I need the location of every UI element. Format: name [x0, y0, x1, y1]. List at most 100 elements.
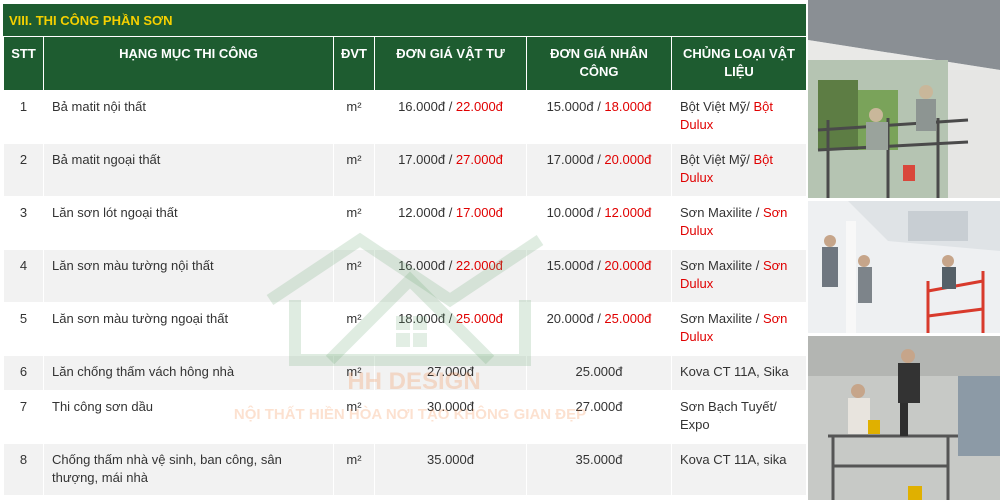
- row-item: Lăn sơn lót ngoại thất: [43, 196, 334, 250]
- row-material-type: Bột Việt Mỹ/ Bột Dulux: [671, 143, 807, 197]
- row-stt: 2: [3, 143, 44, 197]
- section-title: VIII. THI CÔNG PHẦN SƠN: [3, 4, 806, 36]
- table-row: 7 Thi công sơn dầu m² 30.000đ 27.000đ Sơ…: [3, 390, 807, 444]
- row-unit: m²: [333, 355, 375, 391]
- price-alt-value: 22.000đ: [455, 99, 503, 114]
- price-alt-value: 25.000đ: [455, 311, 503, 326]
- price-value: 10.000đ: [546, 205, 594, 220]
- row-unit: m²: [333, 302, 375, 356]
- row-item: Lăn sơn màu tường ngoại thất: [43, 302, 334, 356]
- row-item: Thi công sơn dầu: [43, 390, 334, 444]
- row-stt: 6: [3, 355, 44, 391]
- row-labor-price: 20.000đ / 25.000đ: [526, 302, 672, 356]
- row-labor-price: 27.000đ: [526, 390, 672, 444]
- row-material-price: 16.000đ / 22.000đ: [374, 249, 527, 303]
- row-material-price: 12.000đ / 17.000đ: [374, 196, 527, 250]
- row-item: Chống thấm nhà vệ sinh, ban công, sân th…: [43, 443, 334, 496]
- row-material-type: Kova CT 11A, Sika: [671, 355, 807, 391]
- row-stt: 5: [3, 302, 44, 356]
- price-separator: /: [593, 205, 605, 220]
- painting-price-table: STT HẠNG MỤC THI CÔNG ĐVT ĐƠN GIÁ VẬT TƯ…: [3, 36, 807, 496]
- price-alt-value: 12.000đ: [604, 205, 652, 220]
- row-labor-price: 15.000đ / 18.000đ: [526, 90, 672, 144]
- row-material-price: 16.000đ / 22.000đ: [374, 90, 527, 144]
- row-stt: 3: [3, 196, 44, 250]
- price-value: 20.000đ: [546, 311, 594, 326]
- price-value: 15.000đ: [546, 99, 594, 114]
- price-separator: /: [445, 99, 456, 114]
- brand-value: Sơn Maxilite /: [680, 311, 763, 326]
- row-material-price: 35.000đ: [374, 443, 527, 496]
- row-stt: 4: [3, 249, 44, 303]
- wall-painting-photo: [808, 336, 1000, 500]
- row-labor-price: 35.000đ: [526, 443, 672, 496]
- header-material-price: ĐƠN GIÁ VẬT TƯ: [374, 36, 527, 91]
- price-separator: /: [593, 152, 605, 167]
- row-material-type: Bột Việt Mỹ/ Bột Dulux: [671, 90, 807, 144]
- price-alt-value: 20.000đ: [604, 152, 652, 167]
- price-separator: /: [593, 311, 605, 326]
- price-value: 15.000đ: [546, 258, 594, 273]
- price-separator: /: [445, 311, 456, 326]
- table-row: 2 Bả matit ngoại thất m² 17.000đ / 27.00…: [3, 143, 807, 197]
- header-item: HẠNG MỤC THI CÔNG: [43, 36, 334, 91]
- row-material-type: Sơn Maxilite / Sơn Dulux: [671, 302, 807, 356]
- brand-value: Bột Việt Mỹ/: [680, 99, 754, 114]
- price-alt-value: 22.000đ: [455, 258, 503, 273]
- row-material-type: Kova CT 11A, sika: [671, 443, 807, 496]
- header-unit: ĐVT: [333, 36, 375, 91]
- row-unit: m²: [333, 196, 375, 250]
- row-unit: m²: [333, 443, 375, 496]
- ceiling-painting-photo: [808, 201, 1000, 333]
- price-value: 16.000đ: [398, 99, 446, 114]
- price-value: 12.000đ: [398, 205, 446, 220]
- row-labor-price: 10.000đ / 12.000đ: [526, 196, 672, 250]
- table-row: 6 Lăn chống thấm vách hông nhà m² 27.000…: [3, 355, 807, 391]
- price-alt-value: 25.000đ: [604, 311, 652, 326]
- row-labor-price: 15.000đ / 20.000đ: [526, 249, 672, 303]
- row-labor-price: 17.000đ / 20.000đ: [526, 143, 672, 197]
- row-labor-price: 25.000đ: [526, 355, 672, 391]
- price-table-panel: VIII. THI CÔNG PHẦN SƠN STT HẠNG MỤC THI…: [0, 0, 807, 500]
- brand-value: Bột Việt Mỹ/: [680, 152, 754, 167]
- price-value: 17.000đ: [398, 152, 446, 167]
- row-material-price: 17.000đ / 27.000đ: [374, 143, 527, 197]
- row-item: Bả matit nội thất: [43, 90, 334, 144]
- price-alt-value: 17.000đ: [455, 205, 503, 220]
- row-unit: m²: [333, 143, 375, 197]
- row-material-type: Sơn Bạch Tuyết/ Expo: [671, 390, 807, 444]
- row-material-price: 27.000đ: [374, 355, 527, 391]
- table-row: 8 Chống thấm nhà vệ sinh, ban công, sân …: [3, 443, 807, 496]
- row-material-type: Sơn Maxilite / Sơn Dulux: [671, 249, 807, 303]
- price-separator: /: [445, 205, 456, 220]
- row-unit: m²: [333, 390, 375, 444]
- price-separator: /: [593, 258, 605, 273]
- price-separator: /: [445, 152, 456, 167]
- row-stt: 1: [3, 90, 44, 144]
- row-stt: 8: [3, 443, 44, 496]
- header-labor-price: ĐƠN GIÁ NHÂN CÔNG: [526, 36, 672, 91]
- photo-column: [808, 0, 1000, 500]
- row-unit: m²: [333, 90, 375, 144]
- table-header-row: STT HẠNG MỤC THI CÔNG ĐVT ĐƠN GIÁ VẬT TƯ…: [3, 36, 807, 91]
- row-unit: m²: [333, 249, 375, 303]
- painters-on-scaffold-photo: [808, 0, 1000, 198]
- row-stt: 7: [3, 390, 44, 444]
- row-material-type: Sơn Maxilite / Sơn Dulux: [671, 196, 807, 250]
- price-separator: /: [593, 99, 605, 114]
- row-material-price: 30.000đ: [374, 390, 527, 444]
- price-value: 18.000đ: [398, 311, 446, 326]
- price-alt-value: 18.000đ: [604, 99, 652, 114]
- price-value: 16.000đ: [398, 258, 446, 273]
- row-item: Lăn sơn màu tường nội thất: [43, 249, 334, 303]
- table-row: 4 Lăn sơn màu tường nội thất m² 16.000đ …: [3, 249, 807, 303]
- brand-value: Sơn Maxilite /: [680, 258, 763, 273]
- price-alt-value: 27.000đ: [455, 152, 503, 167]
- price-separator: /: [445, 258, 456, 273]
- price-alt-value: 20.000đ: [604, 258, 652, 273]
- header-stt: STT: [3, 36, 44, 91]
- row-item: Bả matit ngoại thất: [43, 143, 334, 197]
- brand-value: Sơn Maxilite /: [680, 205, 763, 220]
- price-value: 17.000đ: [546, 152, 594, 167]
- table-row: 5 Lăn sơn màu tường ngoại thất m² 18.000…: [3, 302, 807, 356]
